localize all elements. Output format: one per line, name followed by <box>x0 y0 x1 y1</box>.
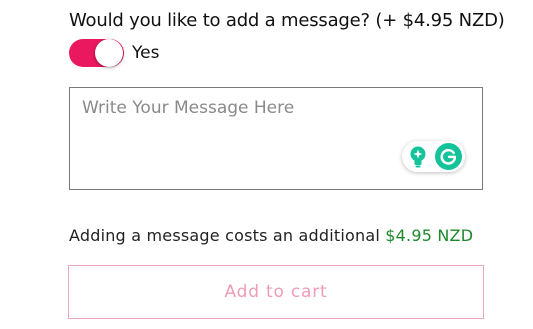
toggle-label: Yes <box>132 43 160 63</box>
toggle-knob <box>95 39 123 67</box>
add-message-toggle[interactable] <box>69 39 124 67</box>
message-cost-note: Adding a message costs an additional $4.… <box>69 226 473 245</box>
message-option-question: Would you like to add a message? (+ $4.9… <box>69 10 505 31</box>
message-toggle-row: Yes <box>69 38 159 68</box>
message-box <box>69 87 483 190</box>
cost-note-price: $4.95 NZD <box>385 226 474 245</box>
lightbulb-icon[interactable] <box>408 145 428 169</box>
cost-note-text: Adding a message costs an additional <box>69 226 380 245</box>
message-textarea[interactable] <box>70 88 482 189</box>
grammarly-g-icon[interactable] <box>435 143 462 170</box>
grammarly-widget[interactable] <box>402 141 465 172</box>
add-to-cart-button[interactable]: Add to cart <box>68 265 484 319</box>
